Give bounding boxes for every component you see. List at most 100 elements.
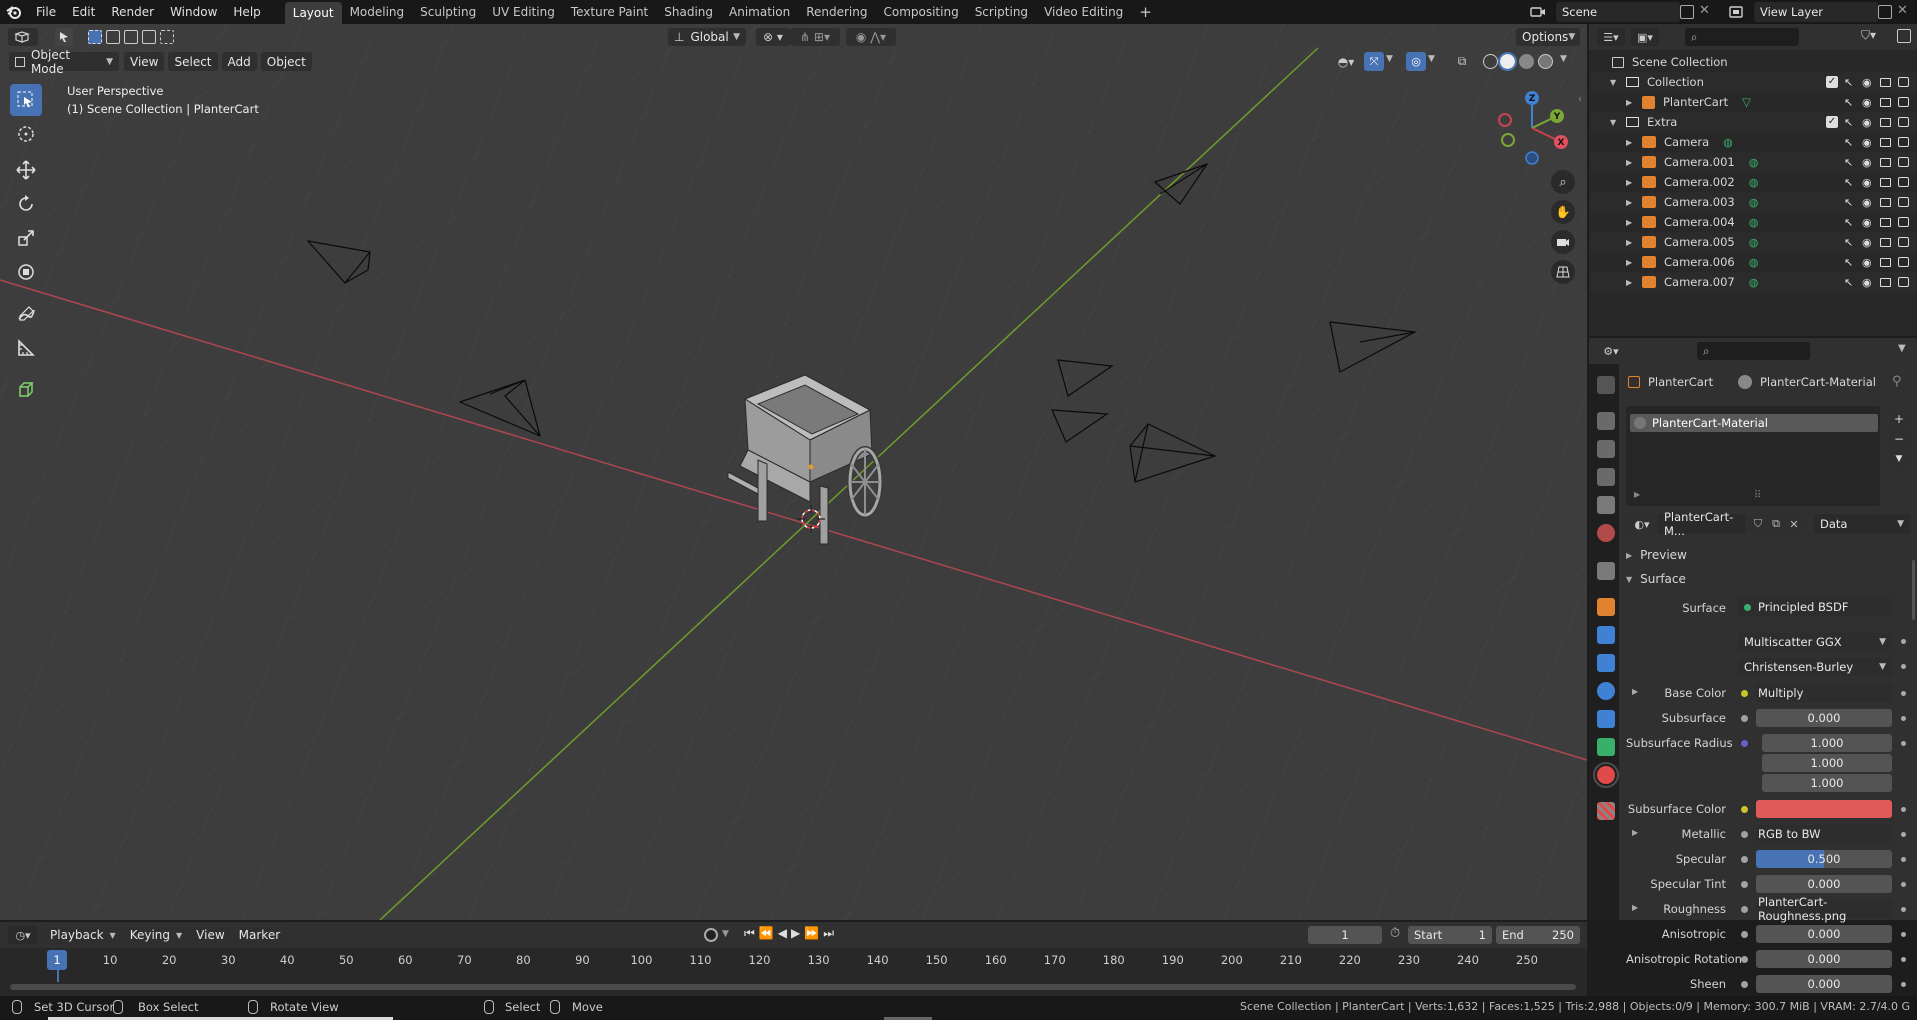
pivot-point-icon[interactable]: ⊗ ▾ [756,28,790,46]
keyframe-dot-icon[interactable] [1901,907,1906,912]
delete-view-layer-icon[interactable]: ✕ [1897,3,1908,18]
linked-node-field[interactable]: RGB to BW [1756,825,1892,843]
menu-add[interactable]: Add [221,52,257,71]
selectable-icon[interactable]: ↖ [1844,176,1853,189]
tab-modeling[interactable]: Modeling [342,1,413,23]
viewport-visibility-icon[interactable] [1880,237,1891,247]
object-mode-dropdown[interactable]: Object Mode ▼ [9,48,119,76]
select-mode-extend-icon[interactable] [106,30,120,44]
keyframe-dot-icon[interactable] [1901,716,1906,721]
render-visibility-icon[interactable] [1898,217,1909,227]
selectable-icon[interactable]: ↖ [1844,256,1853,269]
shading-solid-icon[interactable] [1498,52,1517,71]
properties-scrollbar[interactable] [1912,560,1915,620]
pin-icon[interactable]: ⚲ [1892,374,1902,389]
timeline-ruler[interactable]: 10 20 30 40 50 60 70 80 90 100 110 120 130 140 150 160 1… [0,950,1587,972]
overlays-dropdown-icon[interactable]: ▼ [1428,54,1435,64]
new-scene-icon[interactable] [1680,5,1694,19]
duplicate-material-icon[interactable]: ⧉ [1766,514,1786,534]
viewport-visibility-icon[interactable] [1880,97,1891,107]
expand-arrow-icon[interactable]: ▶ [1626,138,1638,147]
socket-dot-icon[interactable] [1741,856,1748,863]
timeline-scrollbar[interactable] [10,984,1576,990]
collection-tab-icon[interactable] [1597,562,1615,580]
select-mode-new-icon[interactable] [88,30,102,44]
render-tab-icon[interactable] [1597,412,1615,430]
outliner-item[interactable]: ▶ Camera ◍ ↖ ◉ [1590,132,1917,152]
properties-editor-type-icon[interactable]: ⚙▾ [1597,342,1625,360]
menu-object[interactable]: Object [260,52,312,71]
viewport-visibility-icon[interactable] [1880,277,1891,287]
numeric-field[interactable]: 0.000 [1756,875,1892,893]
linked-node-field[interactable]: Multiply [1756,684,1892,702]
keyframe-dot-icon[interactable] [1901,957,1906,962]
selectable-icon[interactable]: ↖ [1844,216,1853,229]
tab-animation[interactable]: Animation [721,1,798,23]
eye-icon[interactable]: ◉ [1862,156,1872,169]
xray-toggle-icon[interactable]: ⧉ [1452,52,1472,71]
outliner-editor-type-icon[interactable]: ☰▾ [1597,28,1625,46]
new-view-layer-icon[interactable] [1878,5,1892,19]
scene-selector-icon[interactable] [1524,3,1552,21]
play-icon[interactable]: ▶ [791,926,800,941]
render-visibility-icon[interactable] [1898,97,1909,107]
outliner-item[interactable]: ▶ Camera.001 ◍ ↖ ◉ [1590,152,1917,172]
cursor-tool-icon[interactable] [10,118,42,150]
remove-slot-button[interactable]: − [1890,430,1908,448]
constraints-tab-icon[interactable] [1597,710,1615,728]
outliner-item[interactable]: ▶ Camera.002 ◍ ↖ ◉ [1590,172,1917,192]
view-layer-icon[interactable] [1722,3,1750,21]
viewport-visibility-icon[interactable] [1880,177,1891,187]
keyframe-dot-icon[interactable] [1901,807,1906,812]
menu-view[interactable]: View [124,52,165,71]
menu-playback[interactable]: Playback ▼ [44,926,122,944]
surface-shader-field[interactable]: Principled BSDF [1738,597,1892,617]
eye-icon[interactable]: ◉ [1862,96,1872,109]
list-resize-grip-icon[interactable]: ⠿ [1754,490,1761,501]
filter-icon[interactable]: ⛉▾ [1861,28,1876,43]
editor-type-button[interactable] [8,28,38,46]
socket-dot-icon[interactable] [1741,956,1748,963]
list-expand-icon[interactable]: ▶ [1634,490,1640,499]
tab-sculpting[interactable]: Sculpting [412,1,484,23]
eye-icon[interactable]: ◉ [1862,116,1872,129]
collapse-arrow-icon[interactable]: ▼ [1610,78,1622,87]
end-frame-field[interactable]: End 250 [1496,926,1580,944]
render-visibility-icon[interactable] [1898,77,1909,87]
outliner-search-input[interactable]: ⌕ [1685,28,1799,46]
overlays-toggle-icon[interactable]: ◎ [1406,52,1426,71]
physics-tab-icon[interactable] [1597,682,1615,700]
view-layer-tab-icon[interactable] [1597,468,1615,486]
render-visibility-icon[interactable] [1898,117,1909,127]
render-visibility-icon[interactable] [1898,257,1909,267]
material-slot-item[interactable]: PlanterCart-Material [1630,414,1878,432]
keying-set-dropdown-icon[interactable]: ▼ [722,929,729,939]
selectable-icon[interactable]: ↖ [1844,276,1853,289]
zoom-view-icon[interactable]: ⌕ [1551,170,1575,194]
expand-arrow-icon[interactable]: ▶ [1626,218,1638,227]
socket-dot-icon[interactable] [1741,715,1748,722]
eye-icon[interactable]: ◉ [1862,76,1872,89]
menu-timeline-view[interactable]: View [190,926,231,944]
properties-options-icon[interactable]: ▼ [1898,343,1906,354]
numeric-field[interactable]: 0.000 [1756,950,1892,968]
output-tab-icon[interactable] [1597,440,1615,458]
keyframe-dot-icon[interactable] [1901,857,1906,862]
object-tab-icon[interactable] [1597,598,1615,616]
preview-range-icon[interactable]: ⏱ [1390,926,1400,941]
scale-tool-icon[interactable] [10,222,42,254]
viewport-visibility-icon[interactable] [1880,77,1891,87]
selectable-icon[interactable]: ↖ [1844,116,1853,129]
measure-tool-icon[interactable] [10,332,42,364]
tab-compositing[interactable]: Compositing [875,1,966,23]
viewport-visibility-icon[interactable] [1880,257,1891,267]
slot-specials-button[interactable]: ▼ [1890,450,1908,468]
jump-end-icon[interactable]: ⏭ [823,926,834,941]
outliner-item[interactable]: ▶ Camera.006 ◍ ↖ ◉ [1590,252,1917,272]
link-mode-dropdown[interactable]: Data ▼ [1814,514,1910,534]
vector-component-field[interactable]: 1.000 [1762,734,1892,752]
menu-help[interactable]: Help [225,1,268,23]
menu-marker[interactable]: Marker [232,926,287,944]
vector-component-field[interactable]: 1.000 [1762,774,1892,792]
particles-tab-icon[interactable] [1597,654,1615,672]
